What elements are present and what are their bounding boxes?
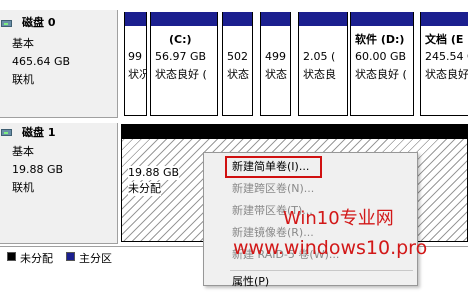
unallocated-label: 未分配 [128,182,161,196]
partition-size: 2.05 ( [303,50,336,63]
partition-status: 状况 [128,68,146,81]
partition-name: 软件 (D:) [355,33,405,46]
partition-status: 状态良好 ( [355,68,407,81]
unallocated-size: 19.88 GB [128,166,180,180]
partition-502[interactable]: 502 状态 [222,12,253,116]
unallocated-bar [122,125,467,139]
disk1-status: 联机 [12,181,34,194]
disk0-status: 联机 [12,73,34,86]
partition-499[interactable]: 499 状态 [260,12,291,116]
partition-status: 状态良好 ( [155,68,207,81]
disk0-type: 基本 [12,37,34,50]
partition-c[interactable]: (C:) 56.97 GB 状态良好 ( [150,12,218,116]
menu-new-spanned-volume[interactable]: 新建跨区卷(N)... [232,179,314,199]
menu-new-simple-volume[interactable]: 新建简单卷(I)... [232,157,309,177]
partition-e[interactable]: 文档 (E 245.54 G 状态良好 [420,12,468,116]
disk0-size: 465.64 GB [12,55,71,68]
partition-size: 499 [265,50,286,63]
watermark-line1: Win10专业网 [283,208,394,229]
partition-size: 99 [128,50,142,63]
watermark-line2: www.windows10.pro [233,237,428,259]
unallocated-swatch [7,252,16,261]
partition-name: (C:) [169,33,192,46]
legend-unallocated: 未分配 [20,252,53,265]
disk1-title: 磁盘 1 [22,126,56,139]
partition-status: 状态良 [303,68,336,81]
partition-d[interactable]: 软件 (D:) 60.00 GB 状态良好 ( [350,12,414,116]
menu-properties[interactable]: 属性(P) [232,272,269,292]
partition-size: 245.54 G [425,50,468,63]
legend-primary: 主分区 [79,252,112,265]
partition-recovery[interactable]: 99 状况 [124,12,147,116]
partition-status: 状态良好 [425,68,468,81]
partition-2gb[interactable]: 2.05 ( 状态良 [298,12,348,116]
partition-status: 状态 [265,68,287,81]
disk1-size: 19.88 GB [12,163,64,176]
disk-icon [1,129,12,136]
disk1-info[interactable]: 磁盘 1 基本 19.88 GB 联机 [0,123,118,244]
disk-icon [1,20,12,27]
disk0-title: 磁盘 0 [22,16,56,29]
disk0-partitions: 99 状况 (C:) 56.97 GB 状态良好 ( 502 状态 499 状态… [121,0,468,118]
partition-status: 状态 [227,68,249,81]
disk1-type: 基本 [12,145,34,158]
disk0-info[interactable]: 磁盘 0 基本 465.64 GB 联机 [0,10,118,118]
primary-swatch [66,252,75,261]
partition-name: 文档 (E [425,33,464,46]
menu-separator [230,270,413,271]
partition-size: 60.00 GB [355,50,407,63]
partition-size: 56.97 GB [155,50,207,63]
partition-size: 502 [227,50,248,63]
